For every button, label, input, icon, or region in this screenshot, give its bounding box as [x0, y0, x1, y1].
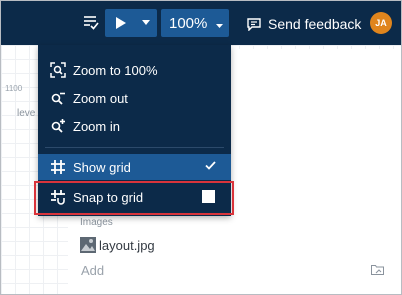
send-feedback-button[interactable]: Send feedback: [247, 14, 361, 34]
zoom-select[interactable]: 100%: [161, 9, 229, 37]
menu-item-zoom-out[interactable]: Zoom out: [38, 85, 231, 111]
chevron-down-icon[interactable]: [142, 20, 150, 25]
image-file-item[interactable]: layout.jpg: [80, 237, 155, 253]
checkmark-icon: [205, 161, 216, 170]
menu-divider: [45, 147, 224, 148]
chevron-down-icon: [216, 24, 223, 28]
menu-item-label: Zoom in: [73, 119, 120, 134]
menu-item-zoom-to-100[interactable]: Zoom to 100%: [38, 57, 231, 83]
menu-item-label: Zoom out: [73, 91, 128, 106]
zoom-reset-icon: [50, 62, 66, 78]
menu-item-show-grid[interactable]: Show grid: [38, 154, 231, 180]
image-thumbnail-icon: [80, 237, 96, 253]
layer-label: leve: [17, 108, 36, 119]
add-image-link[interactable]: Add: [81, 263, 104, 278]
zoom-in-icon: [51, 119, 65, 133]
image-file-name: layout.jpg: [99, 237, 155, 253]
checklist-icon[interactable]: [81, 12, 101, 32]
menu-item-label: Zoom to 100%: [73, 63, 158, 78]
highlight-box: [34, 181, 234, 215]
zoom-value: 100%: [169, 15, 208, 32]
avatar[interactable]: JA: [370, 12, 392, 34]
app-frame: 1100 leve Images layout.jpg Add 100% Sen…: [0, 0, 402, 295]
zoom-out-icon: [51, 92, 65, 105]
menu-item-label: Show grid: [73, 160, 131, 175]
menu-item-zoom-in[interactable]: Zoom in: [38, 113, 231, 139]
send-feedback-label: Send feedback: [268, 16, 362, 32]
top-toolbar: 100% Send feedback JA: [1, 1, 401, 45]
ruler-label: 1100: [5, 84, 23, 93]
feedback-icon: [247, 17, 261, 31]
grid-icon: [51, 160, 65, 174]
images-title: Images: [80, 217, 113, 228]
preview-button[interactable]: [105, 9, 157, 37]
folder-icon[interactable]: [371, 264, 384, 275]
play-icon: [116, 17, 126, 29]
